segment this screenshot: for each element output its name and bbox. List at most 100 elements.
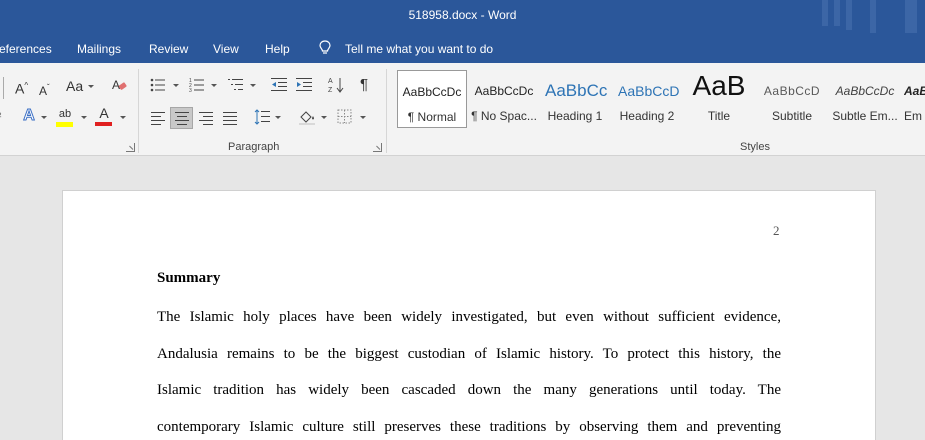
style-name: Heading 2	[619, 109, 675, 123]
style-emphasis[interactable]: AaB Em	[904, 70, 925, 128]
eraser-icon: A	[112, 78, 127, 92]
ribbon-tabs: eferences Mailings Review View Help Tell…	[0, 33, 925, 63]
sort-button[interactable]: A Z	[328, 76, 344, 94]
style-title[interactable]: AaB Title	[686, 70, 752, 128]
section-heading[interactable]: Summary	[157, 270, 220, 287]
svg-text:Z: Z	[328, 87, 333, 94]
tab-view[interactable]: View	[213, 42, 239, 56]
paint-bucket-icon	[299, 111, 315, 125]
justify-button[interactable]	[223, 112, 237, 128]
text-effects-icon: A	[23, 107, 36, 125]
multilevel-list-button[interactable]	[228, 77, 244, 93]
line-spacing-button[interactable]	[254, 108, 270, 126]
text-effects-button[interactable]: A	[20, 107, 38, 125]
subscript-button[interactable]: ²	[0, 112, 1, 123]
style-name: Heading 1	[547, 109, 603, 123]
chevron-down-icon[interactable]	[250, 84, 256, 87]
numbered-list-icon: 1 2 3	[189, 78, 204, 94]
font-size-box-edge	[3, 77, 4, 99]
style-preview: AaBbCcD	[763, 84, 821, 98]
style-preview: AaB	[904, 84, 925, 98]
style-normal[interactable]: AaBbCcDc ¶ Normal	[397, 70, 467, 128]
increase-indent-icon	[296, 78, 312, 91]
style-name: Em	[904, 109, 922, 123]
svg-text:3: 3	[189, 88, 192, 93]
tab-help[interactable]: Help	[265, 42, 290, 56]
style-subtitle[interactable]: AaBbCcD Subtitle	[758, 70, 826, 128]
window-title: 518958.docx - Word	[408, 8, 517, 22]
chevron-down-icon[interactable]	[211, 84, 217, 87]
paragraph-line[interactable]: The Islamic holy places have been widely…	[157, 309, 781, 326]
numbering-button[interactable]: 1 2 3	[189, 77, 205, 94]
style-name: ¶ Normal	[407, 110, 457, 124]
style-subtle-emphasis[interactable]: AaBbCcDc Subtle Em...	[830, 70, 900, 128]
font-dialog-launcher[interactable]	[126, 143, 135, 152]
style-name: Title	[707, 109, 731, 123]
group-separator	[138, 69, 139, 153]
align-right-button[interactable]	[199, 112, 213, 128]
pilcrow-icon: ¶	[360, 76, 369, 93]
style-name: ¶ No Spac...	[471, 109, 537, 123]
highlight-button[interactable]: ab	[56, 104, 74, 127]
shrink-font-button[interactable]: Aˇ	[39, 79, 50, 100]
group-separator	[386, 69, 387, 153]
bullets-button[interactable]	[150, 77, 166, 93]
tab-references[interactable]: eferences	[0, 42, 52, 56]
style-preview: AaBbCcD	[618, 83, 680, 99]
tab-mailings[interactable]: Mailings	[77, 42, 121, 56]
highlight-swatch	[56, 122, 73, 127]
style-preview: AaBbCcDc	[402, 85, 462, 99]
change-case-icon: Aa	[66, 78, 84, 94]
paragraph-line[interactable]: Islamic tradition has widely been cascad…	[157, 382, 781, 399]
title-decoration	[834, 0, 840, 26]
style-preview: AaB	[692, 70, 746, 101]
tell-me-search[interactable]: Tell me what you want to do	[345, 42, 493, 56]
tab-review[interactable]: Review	[149, 42, 188, 56]
svg-text:A: A	[112, 78, 120, 92]
chevron-down-icon[interactable]	[88, 85, 94, 88]
font-color-icon: A	[99, 105, 109, 121]
paragraph-dialog-launcher[interactable]	[373, 143, 382, 152]
paragraph-line[interactable]: contemporary Islamic culture still prese…	[157, 419, 781, 436]
paragraph-group-label: Paragraph	[228, 141, 280, 153]
decrease-indent-button[interactable]	[271, 77, 287, 93]
chevron-down-icon[interactable]	[173, 84, 179, 87]
chevron-down-icon[interactable]	[275, 116, 281, 119]
lightbulb-icon[interactable]	[319, 40, 331, 56]
bullet-list-icon	[150, 78, 165, 92]
shading-button[interactable]	[298, 108, 316, 126]
page-number: 2	[773, 223, 780, 238]
decrease-indent-icon	[271, 78, 287, 91]
svg-text:A: A	[328, 78, 333, 85]
style-no-spacing[interactable]: AaBbCcDc ¶ No Spac...	[470, 70, 538, 128]
align-left-button[interactable]	[151, 112, 165, 128]
chevron-down-icon[interactable]	[360, 116, 366, 119]
grow-font-button[interactable]: A^	[15, 77, 28, 98]
title-decoration	[905, 0, 917, 33]
clear-formatting-button[interactable]: A	[110, 76, 128, 94]
align-center-button[interactable]	[170, 107, 193, 129]
chevron-down-icon[interactable]	[41, 116, 47, 119]
style-preview: AaBbCcDc	[474, 84, 534, 98]
styles-group-label: Styles	[740, 141, 770, 153]
change-case-button[interactable]: Aa	[66, 77, 83, 95]
style-name: Subtitle	[771, 109, 813, 123]
show-formatting-button[interactable]: ¶	[360, 76, 368, 94]
chevron-down-icon[interactable]	[120, 116, 126, 119]
font-color-button[interactable]: A	[95, 104, 113, 126]
paragraph-line[interactable]: Andalusia remains to be the biggest cust…	[157, 346, 781, 363]
style-preview: AaBbCc	[545, 81, 608, 100]
style-name: Subtle Em...	[832, 109, 898, 123]
chevron-down-icon[interactable]	[321, 116, 327, 119]
borders-button[interactable]	[337, 109, 352, 124]
style-heading-1[interactable]: AaBbCc Heading 1	[542, 70, 608, 128]
title-decoration	[870, 0, 876, 33]
highlight-icon: ab	[58, 108, 72, 120]
style-heading-2[interactable]: AaBbCcD Heading 2	[614, 70, 680, 128]
style-preview: AaBbCcDc	[835, 84, 895, 98]
title-decoration	[846, 0, 852, 30]
chevron-down-icon[interactable]	[81, 116, 87, 119]
grow-font-icon: A	[15, 80, 25, 97]
increase-indent-button[interactable]	[296, 77, 312, 93]
borders-icon	[337, 109, 352, 124]
